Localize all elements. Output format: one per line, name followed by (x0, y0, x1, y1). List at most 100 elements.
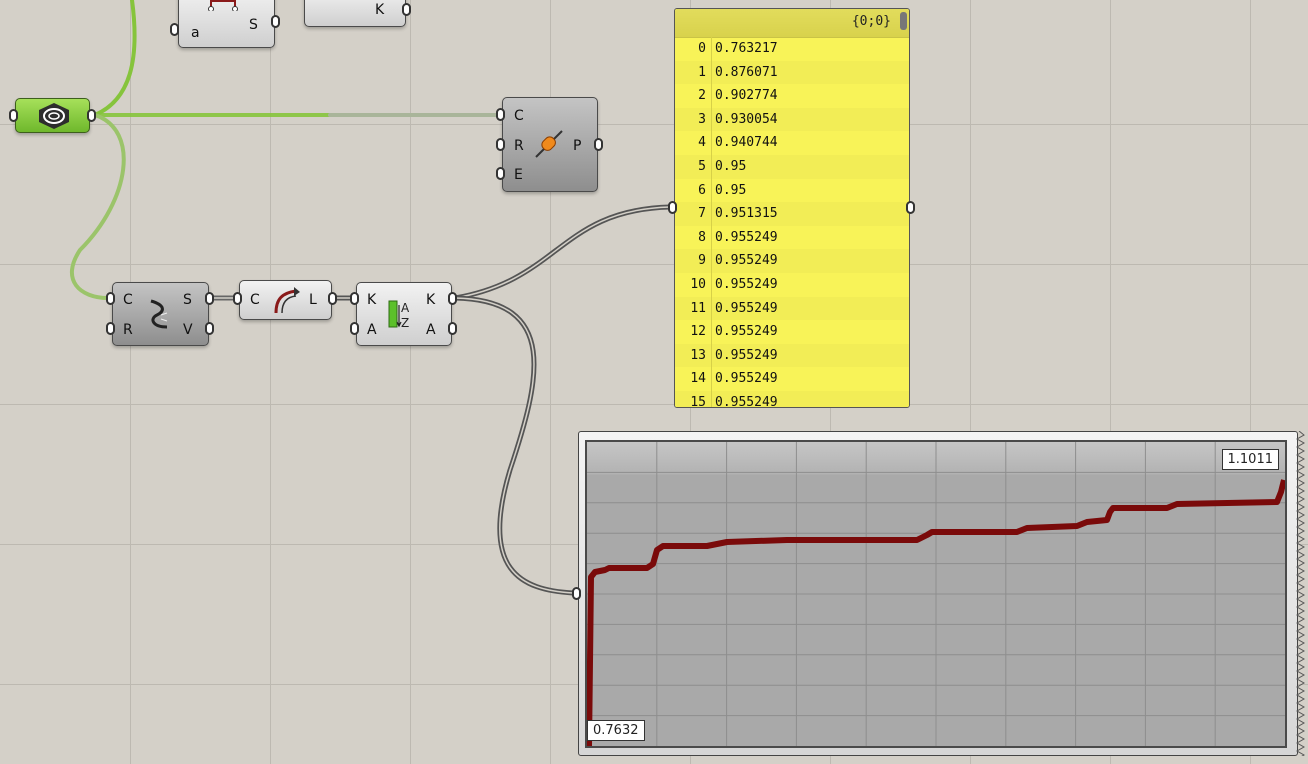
panel-row-divider (711, 367, 712, 391)
panel-row: 11 0.955249 (675, 296, 909, 321)
panel-row: 13 0.955249 (675, 343, 909, 368)
panel-row: 2 0.902774 (675, 84, 909, 108)
grip-pipe-out-p[interactable] (594, 138, 603, 151)
grip-top-left-out[interactable] (271, 15, 280, 28)
input-label-k: K (367, 292, 377, 308)
svg-text:Z: Z (401, 316, 409, 330)
grip-divide-in-r[interactable] (106, 322, 115, 335)
panel-row: 8 0.955249 (675, 225, 909, 250)
grip-sort-out-a[interactable] (448, 322, 457, 335)
panel-row-value: 0.955249 (715, 371, 778, 387)
panel-row-value: 0.955249 (715, 229, 778, 245)
panel-row-divider (711, 249, 712, 273)
grip-sort-out-k[interactable] (448, 292, 457, 305)
panel-row-index: 1 (698, 64, 706, 80)
panel-row-value: 0.940744 (715, 135, 778, 151)
sort-list-component[interactable]: K A K A A Z (356, 282, 452, 346)
grip-graph-in[interactable] (572, 587, 581, 600)
curve-length-icon (274, 287, 300, 314)
panel-row-index: 14 (690, 371, 706, 387)
grip-length-out-l[interactable] (328, 292, 337, 305)
panel-row-index: 6 (698, 182, 706, 198)
panel-row-value: 0.902774 (715, 88, 778, 104)
panel-row-index: 2 (698, 88, 706, 104)
panel-row-index: 0 (698, 41, 706, 56)
graph-max-label: 1.1011 (1221, 449, 1279, 470)
panel-row: 7 0.951315 (675, 202, 909, 226)
partial-node-icon (208, 0, 238, 11)
panel-header: {0;0} (675, 9, 909, 38)
panel-row-index: 5 (698, 158, 706, 174)
geometry-parameter[interactable] (15, 98, 90, 133)
output-label-s: S (249, 17, 258, 33)
panel-row: 0 0.763217 (675, 37, 909, 61)
grip-geometry-out[interactable] (87, 109, 96, 122)
grip-pipe-in-c[interactable] (496, 108, 505, 121)
output-label-k: K (375, 2, 385, 18)
grip-geometry-in[interactable] (9, 109, 18, 122)
curve-length-component[interactable]: C L (239, 280, 332, 320)
panel-row-value: 0.951315 (715, 206, 778, 222)
partial-component-top-mid[interactable]: K (304, 0, 406, 27)
wire-geometry-to-top (93, 0, 137, 117)
grip-panel-out[interactable] (906, 201, 915, 214)
grip-length-in-c[interactable] (233, 292, 242, 305)
panel-row-divider (711, 390, 712, 407)
sort-list-icon: A Z (388, 300, 410, 330)
pipe-icon (535, 130, 563, 158)
grip-pipe-in-e[interactable] (496, 167, 505, 180)
panel-row-divider (711, 131, 712, 155)
grip-divide-out-s[interactable] (205, 292, 214, 305)
panel-row-index: 15 (690, 394, 706, 408)
data-panel[interactable]: {0;0} 0 0.763217 1 0.876071 2 0.902774 3 0.9300… (674, 8, 910, 408)
graph-min-label: 0.7632 (587, 720, 645, 741)
grip-top-mid-out[interactable] (402, 3, 411, 16)
panel-row-index: 7 (698, 206, 706, 222)
grip-sort-in-a[interactable] (350, 322, 359, 335)
panel-row-divider (711, 84, 712, 108)
graph-svg (587, 442, 1285, 746)
divide-curve-component[interactable]: C R S V (112, 282, 209, 346)
svg-text:A: A (401, 301, 410, 315)
grip-divide-in-c[interactable] (106, 292, 115, 305)
partial-component-top-left[interactable]: a S (178, 0, 275, 48)
input-label-e: E (514, 167, 523, 183)
panel-row-index: 8 (698, 229, 706, 245)
panel-row-index: 4 (698, 135, 706, 151)
panel-row-divider (711, 272, 712, 297)
wire-geometry-to-divide (69, 113, 126, 300)
wire-sort-to-graph-inner (454, 297, 574, 594)
grip-pipe-in-r[interactable] (496, 138, 505, 151)
graph-zigzag-edge (1295, 431, 1305, 756)
panel-row: 1 0.876071 (675, 60, 909, 85)
divide-curve-icon (150, 299, 168, 329)
panel-row-index: 13 (690, 347, 706, 363)
panel-row-divider (711, 37, 712, 61)
output-label-v: V (183, 322, 193, 338)
pipe-component[interactable]: C R E P (502, 97, 598, 192)
graph-grid (587, 442, 1285, 746)
panel-row: 9 0.955249 (675, 249, 909, 273)
grip-panel-in[interactable] (668, 201, 677, 214)
output-label-l: L (309, 292, 317, 308)
wire-sort-to-panel (452, 204, 673, 301)
panel-row-value: 0.95 (715, 158, 747, 174)
input-label-a: a (191, 25, 200, 41)
geometry-param-icon (39, 103, 69, 129)
input-label-c: C (514, 108, 524, 124)
panel-row-value: 0.955249 (715, 324, 778, 340)
input-label-r: R (123, 322, 133, 338)
panel-row-index: 11 (690, 300, 706, 316)
panel-row-value: 0.955249 (715, 276, 778, 292)
panel-row: 12 0.955249 (675, 320, 909, 344)
grip-top-left-in[interactable] (170, 23, 179, 36)
panel-row-divider (711, 343, 712, 368)
grip-divide-out-v[interactable] (205, 322, 214, 335)
panel-row-value: 0.955249 (715, 253, 778, 269)
panel-row-divider (711, 296, 712, 321)
panel-path-label: {0;0} (851, 14, 891, 29)
panel-row-value: 0.955249 (715, 300, 778, 316)
panel-scrollbar[interactable] (900, 12, 907, 30)
grip-sort-in-k[interactable] (350, 292, 359, 305)
output-label-s: S (183, 292, 192, 308)
